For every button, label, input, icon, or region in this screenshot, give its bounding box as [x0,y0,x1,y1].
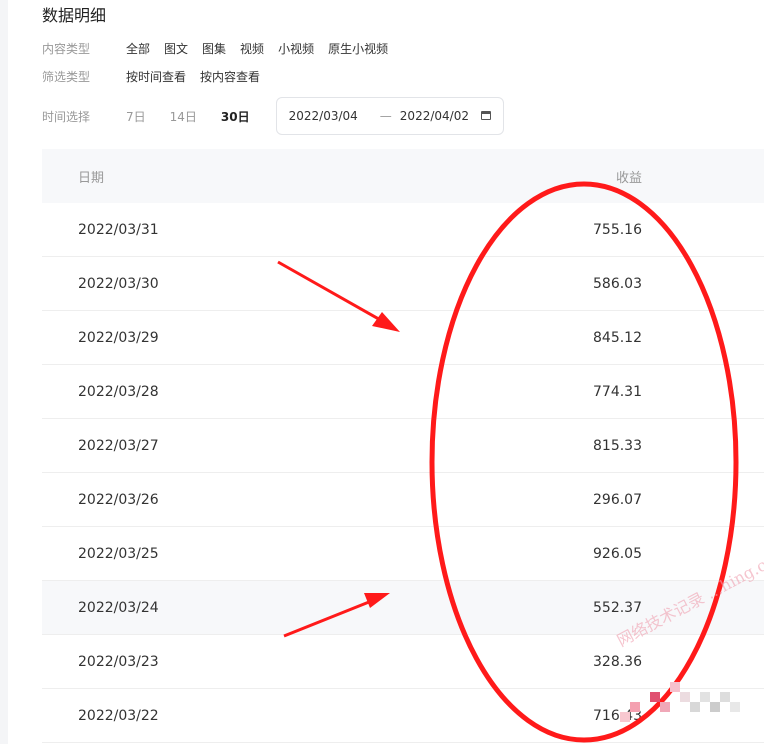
row-date: 2022/03/31 [78,221,159,238]
table-row[interactable]: 2022/03/27 815.33 [42,419,764,473]
row-income: 552.37 [593,599,642,616]
row-income: 586.03 [593,275,642,292]
content-type-article[interactable]: 图文 [164,40,188,57]
row-income: 296.07 [593,491,642,508]
header-date: 日期 [78,170,105,186]
row-income: 774.31 [593,383,642,400]
header-income: 收益 [615,170,642,186]
table-header: 日期 收益 [42,149,764,203]
filter-by-content[interactable]: 按内容查看 [200,68,260,85]
row-date: 2022/03/26 [78,491,159,508]
time-7d[interactable]: 7日 [126,108,146,125]
row-date: 2022/03/22 [78,707,159,724]
content-type-gallery[interactable]: 图集 [202,40,226,57]
time-30d[interactable]: 30日 [221,108,250,125]
filter-type-filter: 筛选类型 按时间查看 按内容查看 [42,66,274,86]
date-range-picker[interactable]: 2022/03/04 — 2022/04/02 [275,97,504,135]
table-row[interactable]: 2022/03/29 845.12 [42,311,764,365]
row-date: 2022/03/23 [78,653,159,670]
table-row[interactable]: 2022/03/25 926.05 [42,527,764,581]
content-type-native-short-video[interactable]: 原生小视频 [328,40,388,57]
table-row[interactable]: 2022/03/26 296.07 [42,473,764,527]
row-date: 2022/03/30 [78,275,159,292]
table-body: 2022/03/31 755.16 2022/03/30 586.03 2022/03/… [42,203,764,743]
content-type-label: 内容类型 [42,41,91,56]
row-income: 815.33 [593,437,642,454]
end-date[interactable]: 2022/04/02 [400,109,469,123]
page: 数据明细 内容类型 全部 图文 图集 视频 小视频 原生小视频 筛选类型 按时间… [0,0,764,744]
row-income: 926.05 [593,545,642,562]
row-date: 2022/03/24 [78,599,159,616]
mosaic-watermark [620,676,750,722]
time-selector: 时间选择 7日 14日 30日 2022/03/04 — 2022/04/02 [42,96,504,136]
content-type-filter: 内容类型 全部 图文 图集 视频 小视频 原生小视频 [42,38,402,58]
content-type-short-video[interactable]: 小视频 [278,40,314,57]
table-row[interactable]: 2022/03/30 586.03 [42,257,764,311]
row-date: 2022/03/29 [78,329,159,346]
table-row[interactable]: 2022/03/28 774.31 [42,365,764,419]
income-table: 日期 收益 2022/03/31 755.16 2022/03/30 586.03 20… [42,149,764,743]
content-type-all[interactable]: 全部 [126,40,150,57]
page-title: 数据明细 [42,6,107,25]
content-type-video[interactable]: 视频 [240,40,264,57]
time-14d[interactable]: 14日 [170,108,197,125]
row-date: 2022/03/25 [78,545,159,562]
table-row[interactable]: 2022/03/31 755.16 [42,203,764,257]
row-income: 328.36 [593,653,642,670]
left-rail [0,0,8,744]
row-date: 2022/03/27 [78,437,159,454]
calendar-icon[interactable] [480,111,491,120]
row-income: 755.16 [593,221,642,238]
date-separator: — [379,109,392,123]
row-date: 2022/03/28 [78,383,159,400]
start-date[interactable]: 2022/03/04 [289,109,358,123]
time-label: 时间选择 [42,109,91,124]
filter-by-time[interactable]: 按时间查看 [126,68,186,85]
filter-type-label: 筛选类型 [42,69,91,84]
row-income: 845.12 [593,329,642,346]
